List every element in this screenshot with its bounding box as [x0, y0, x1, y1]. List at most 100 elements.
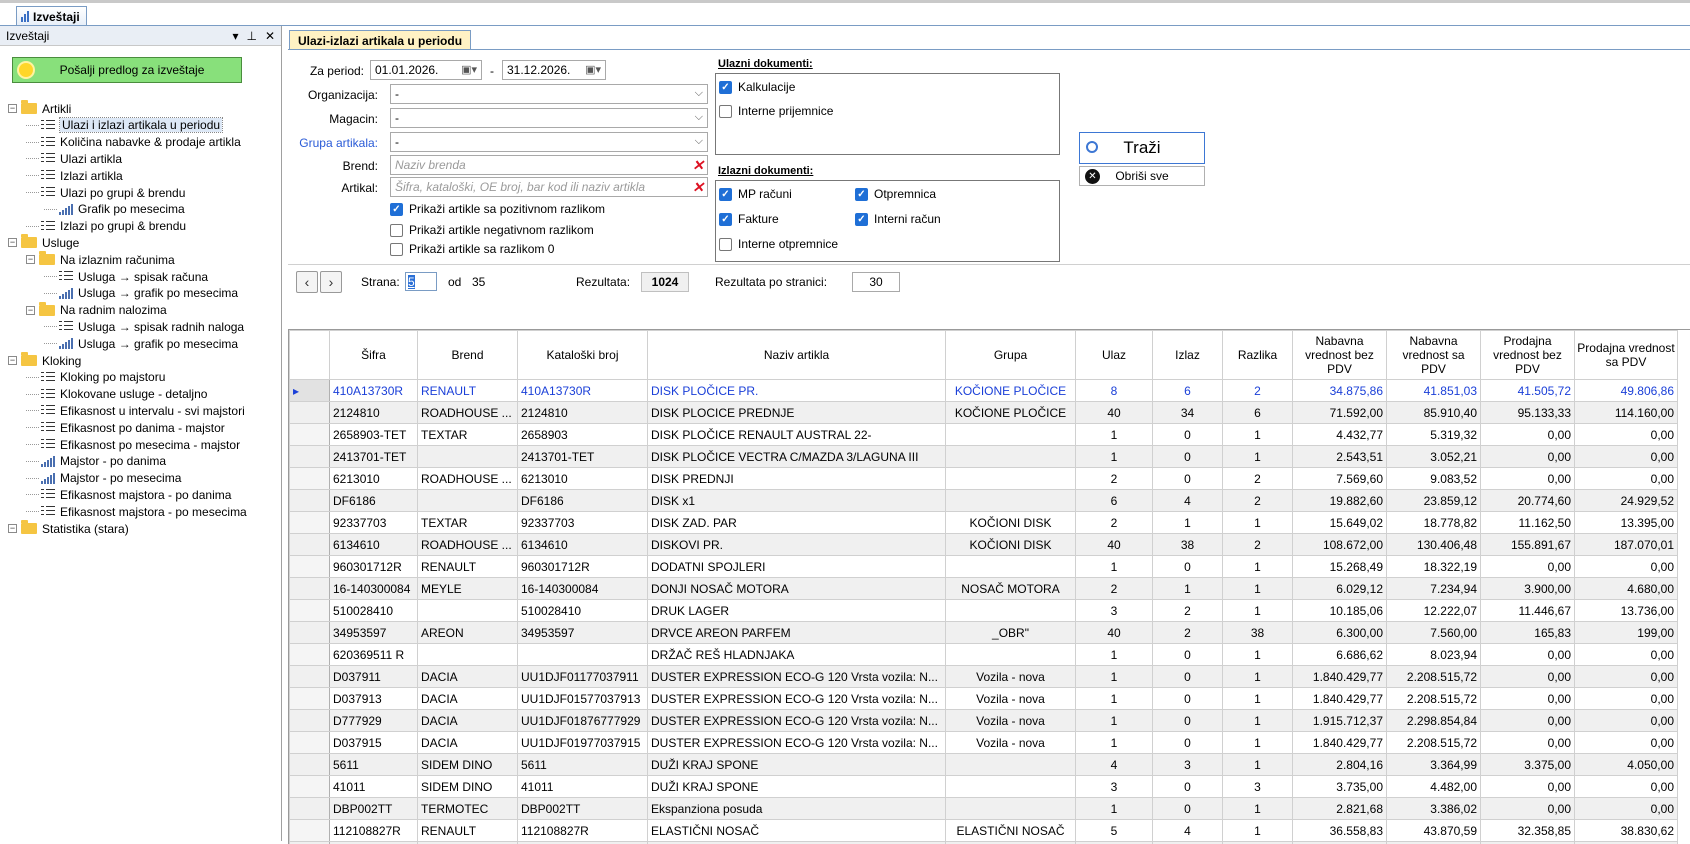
table-cell[interactable]: 0,00: [1575, 732, 1678, 754]
table-cell[interactable]: DUSTER EXPRESSION ECO-G 120 Vrsta vozila…: [648, 710, 946, 732]
table-cell[interactable]: 40: [1076, 622, 1153, 644]
row-indicator[interactable]: [290, 622, 330, 644]
table-cell[interactable]: 38.830,62: [1575, 820, 1678, 842]
table-cell[interactable]: DISK ZAD. PAR: [648, 512, 946, 534]
table-cell[interactable]: 0: [1153, 666, 1223, 688]
table-cell[interactable]: 960301712R: [330, 556, 418, 578]
table-cell[interactable]: 11.446,67: [1481, 600, 1575, 622]
table-cell[interactable]: 4.680,00: [1575, 578, 1678, 600]
table-cell[interactable]: 6213010: [330, 468, 418, 490]
table-cell[interactable]: ELASTIČNI NOSAČ: [648, 820, 946, 842]
table-cell[interactable]: 2: [1153, 600, 1223, 622]
table-cell[interactable]: DRŽAČ REŠ HLADNJAKA: [648, 644, 946, 666]
table-cell[interactable]: KOČIONI DISK: [946, 512, 1076, 534]
table-cell[interactable]: 3: [1153, 754, 1223, 776]
date-from-field[interactable]: 01.01.2026.▣▾: [370, 60, 482, 80]
table-row[interactable]: D037913DACIAUU1DJF01577037913DUSTER EXPR…: [290, 688, 1678, 710]
table-cell[interactable]: TEXTAR: [418, 424, 518, 446]
table-cell[interactable]: 2413701-TET: [518, 446, 648, 468]
table-cell[interactable]: 0,00: [1481, 644, 1575, 666]
table-cell[interactable]: 199,00: [1575, 622, 1678, 644]
table-cell[interactable]: 1: [1223, 424, 1293, 446]
table-cell[interactable]: 1: [1076, 688, 1153, 710]
table-cell[interactable]: 16-140300084: [330, 578, 418, 600]
table-cell[interactable]: 114.160,00: [1575, 402, 1678, 424]
table-cell[interactable]: 1: [1223, 666, 1293, 688]
table-cell[interactable]: 165,83: [1481, 622, 1575, 644]
table-cell[interactable]: 0: [1153, 446, 1223, 468]
table-cell[interactable]: 36.558,83: [1293, 820, 1387, 842]
table-cell[interactable]: 1: [1223, 754, 1293, 776]
table-row[interactable]: 41011SIDEM DINO41011DUŽI KRAJ SPONE3033.…: [290, 776, 1678, 798]
tree-item[interactable]: Usluga → grafik po mesecima: [44, 285, 238, 302]
table-cell[interactable]: _OBR": [946, 622, 1076, 644]
table-cell[interactable]: DACIA: [418, 688, 518, 710]
table-cell[interactable]: 10.185,06: [1293, 600, 1387, 622]
table-cell[interactable]: 8.023,94: [1387, 644, 1481, 666]
table-cell[interactable]: 960301712R: [518, 556, 648, 578]
table-cell[interactable]: 2.208.515,72: [1387, 732, 1481, 754]
table-cell[interactable]: DISK PLOCICE PREDNJE: [648, 402, 946, 424]
table-cell[interactable]: 410A13730R: [330, 380, 418, 402]
table-cell[interactable]: 3: [1223, 776, 1293, 798]
table-row[interactable]: D777929DACIAUU1DJF01876777929DUSTER EXPR…: [290, 710, 1678, 732]
tree-item[interactable]: Majstor - po mesecima: [26, 470, 181, 487]
table-cell[interactable]: 1: [1223, 820, 1293, 842]
table-cell[interactable]: 0: [1153, 468, 1223, 490]
tree-item[interactable]: Kloking po majstoru: [26, 369, 165, 386]
table-cell[interactable]: 1.840.429,77: [1293, 688, 1387, 710]
row-indicator[interactable]: [290, 688, 330, 710]
collapse-icon[interactable]: −: [8, 238, 17, 247]
table-cell[interactable]: 0,00: [1575, 776, 1678, 798]
table-cell[interactable]: 2124810: [330, 402, 418, 424]
table-cell[interactable]: 3.364,99: [1387, 754, 1481, 776]
row-indicator[interactable]: [290, 578, 330, 600]
magacin-select[interactable]: -⌵: [390, 108, 708, 128]
table-cell[interactable]: 620369511 R: [330, 644, 418, 666]
table-cell[interactable]: ROADHOUSE ...: [418, 468, 518, 490]
table-cell[interactable]: DRVCE AREON PARFEM: [648, 622, 946, 644]
table-cell[interactable]: [946, 754, 1076, 776]
table-cell[interactable]: ELASTIČNI NOSAČ: [946, 820, 1076, 842]
table-cell[interactable]: 34953597: [330, 622, 418, 644]
search-button[interactable]: Traži: [1079, 132, 1205, 164]
table-cell[interactable]: 0,00: [1575, 644, 1678, 666]
table-cell[interactable]: 510028410: [330, 600, 418, 622]
table-cell[interactable]: TERMOTEC: [418, 798, 518, 820]
table-cell[interactable]: 20.774,60: [1481, 490, 1575, 512]
table-cell[interactable]: ROADHOUSE ...: [418, 534, 518, 556]
table-cell[interactable]: DACIA: [418, 666, 518, 688]
clear-all-button[interactable]: ✕Obriši sve: [1079, 166, 1205, 186]
table-cell[interactable]: 4.432,77: [1293, 424, 1387, 446]
table-row[interactable]: 2658903-TETTEXTAR2658903DISK PLOČICE REN…: [290, 424, 1678, 446]
table-cell[interactable]: 13.736,00: [1575, 600, 1678, 622]
table-cell[interactable]: 4: [1076, 754, 1153, 776]
table-cell[interactable]: SIDEM DINO: [418, 776, 518, 798]
tree-item[interactable]: Usluga → spisak računa: [44, 268, 208, 285]
table-cell[interactable]: 0: [1153, 798, 1223, 820]
collapse-icon[interactable]: −: [8, 356, 17, 365]
table-cell[interactable]: 0,00: [1481, 556, 1575, 578]
table-cell[interactable]: 5611: [518, 754, 648, 776]
table-cell[interactable]: 0,00: [1575, 666, 1678, 688]
table-cell[interactable]: 0,00: [1481, 688, 1575, 710]
table-cell[interactable]: 13.395,00: [1575, 512, 1678, 534]
table-cell[interactable]: RENAULT: [418, 380, 518, 402]
calendar-icon[interactable]: ▣▾: [585, 63, 601, 76]
table-cell[interactable]: 0,00: [1481, 424, 1575, 446]
table-cell[interactable]: DF6186: [330, 490, 418, 512]
table-cell[interactable]: Ekspanziona posuda: [648, 798, 946, 820]
table-cell[interactable]: 112108827R: [518, 820, 648, 842]
table-cell[interactable]: 15.268,49: [1293, 556, 1387, 578]
table-cell[interactable]: 16-140300084: [518, 578, 648, 600]
table-cell[interactable]: UU1DJF01177037911: [518, 666, 648, 688]
table-cell[interactable]: 1: [1076, 424, 1153, 446]
table-cell[interactable]: 18.322,19: [1387, 556, 1481, 578]
table-cell[interactable]: 2.208.515,72: [1387, 666, 1481, 688]
row-indicator[interactable]: [290, 754, 330, 776]
check-fakture[interactable]: ✓Fakture: [719, 212, 779, 226]
org-select[interactable]: -⌵: [390, 84, 708, 104]
clear-icon[interactable]: ✕: [692, 157, 704, 174]
row-indicator[interactable]: [290, 468, 330, 490]
table-cell[interactable]: [418, 644, 518, 666]
